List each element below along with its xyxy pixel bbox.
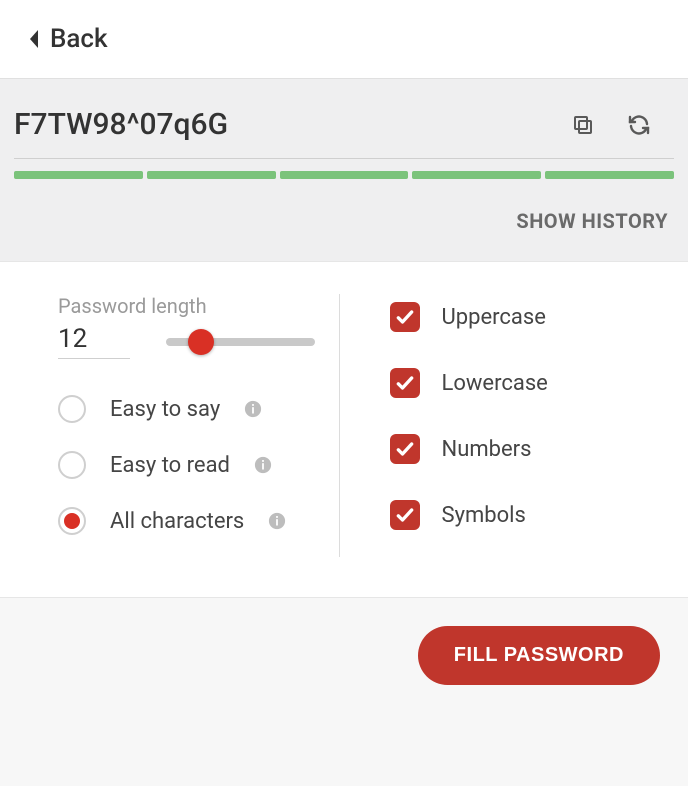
checkbox-label: Uppercase — [442, 305, 546, 330]
length-input[interactable]: 12 — [58, 324, 130, 359]
checkbox-label: Numbers — [442, 437, 532, 462]
radio-unchecked-icon — [58, 395, 86, 423]
strength-segment — [147, 171, 276, 179]
radio-label: Easy to read — [110, 453, 230, 478]
option-uppercase[interactable]: Uppercase — [390, 302, 647, 332]
back-label: Back — [50, 24, 108, 54]
strength-segment — [280, 171, 409, 179]
checkbox-checked-icon — [390, 302, 420, 332]
show-history-link[interactable]: SHOW HISTORY — [516, 209, 668, 233]
info-icon[interactable] — [268, 512, 286, 530]
checkbox-checked-icon — [390, 368, 420, 398]
divider — [14, 158, 674, 159]
checkbox-checked-icon — [390, 434, 420, 464]
slider-thumb[interactable] — [188, 329, 214, 355]
fill-password-button[interactable]: FILL PASSWORD — [418, 626, 660, 685]
mode-easy-to-read[interactable]: Easy to read — [58, 451, 315, 479]
radio-checked-icon — [58, 507, 86, 535]
option-lowercase[interactable]: Lowercase — [390, 368, 647, 398]
generated-password: F7TW98^07q6G — [14, 107, 570, 142]
radio-unchecked-icon — [58, 451, 86, 479]
radio-label: All characters — [110, 509, 244, 534]
length-slider[interactable] — [166, 330, 315, 354]
strength-segment — [14, 171, 143, 179]
back-button[interactable]: Back — [28, 24, 108, 54]
radio-label: Easy to say — [110, 397, 220, 422]
mode-easy-to-say[interactable]: Easy to say — [58, 395, 315, 423]
checkbox-label: Symbols — [442, 503, 526, 528]
strength-meter — [10, 171, 678, 179]
length-value: 12 — [58, 324, 87, 354]
option-numbers[interactable]: Numbers — [390, 434, 647, 464]
info-icon[interactable] — [244, 400, 262, 418]
strength-segment — [412, 171, 541, 179]
strength-segment — [545, 171, 674, 179]
mode-all-characters[interactable]: All characters — [58, 507, 315, 535]
copy-icon[interactable] — [570, 112, 596, 138]
length-label: Password length — [58, 294, 315, 318]
back-caret-icon — [28, 30, 40, 48]
info-icon[interactable] — [254, 456, 272, 474]
checkbox-label: Lowercase — [442, 371, 548, 396]
option-symbols[interactable]: Symbols — [390, 500, 647, 530]
checkbox-checked-icon — [390, 500, 420, 530]
regenerate-icon[interactable] — [626, 112, 652, 138]
